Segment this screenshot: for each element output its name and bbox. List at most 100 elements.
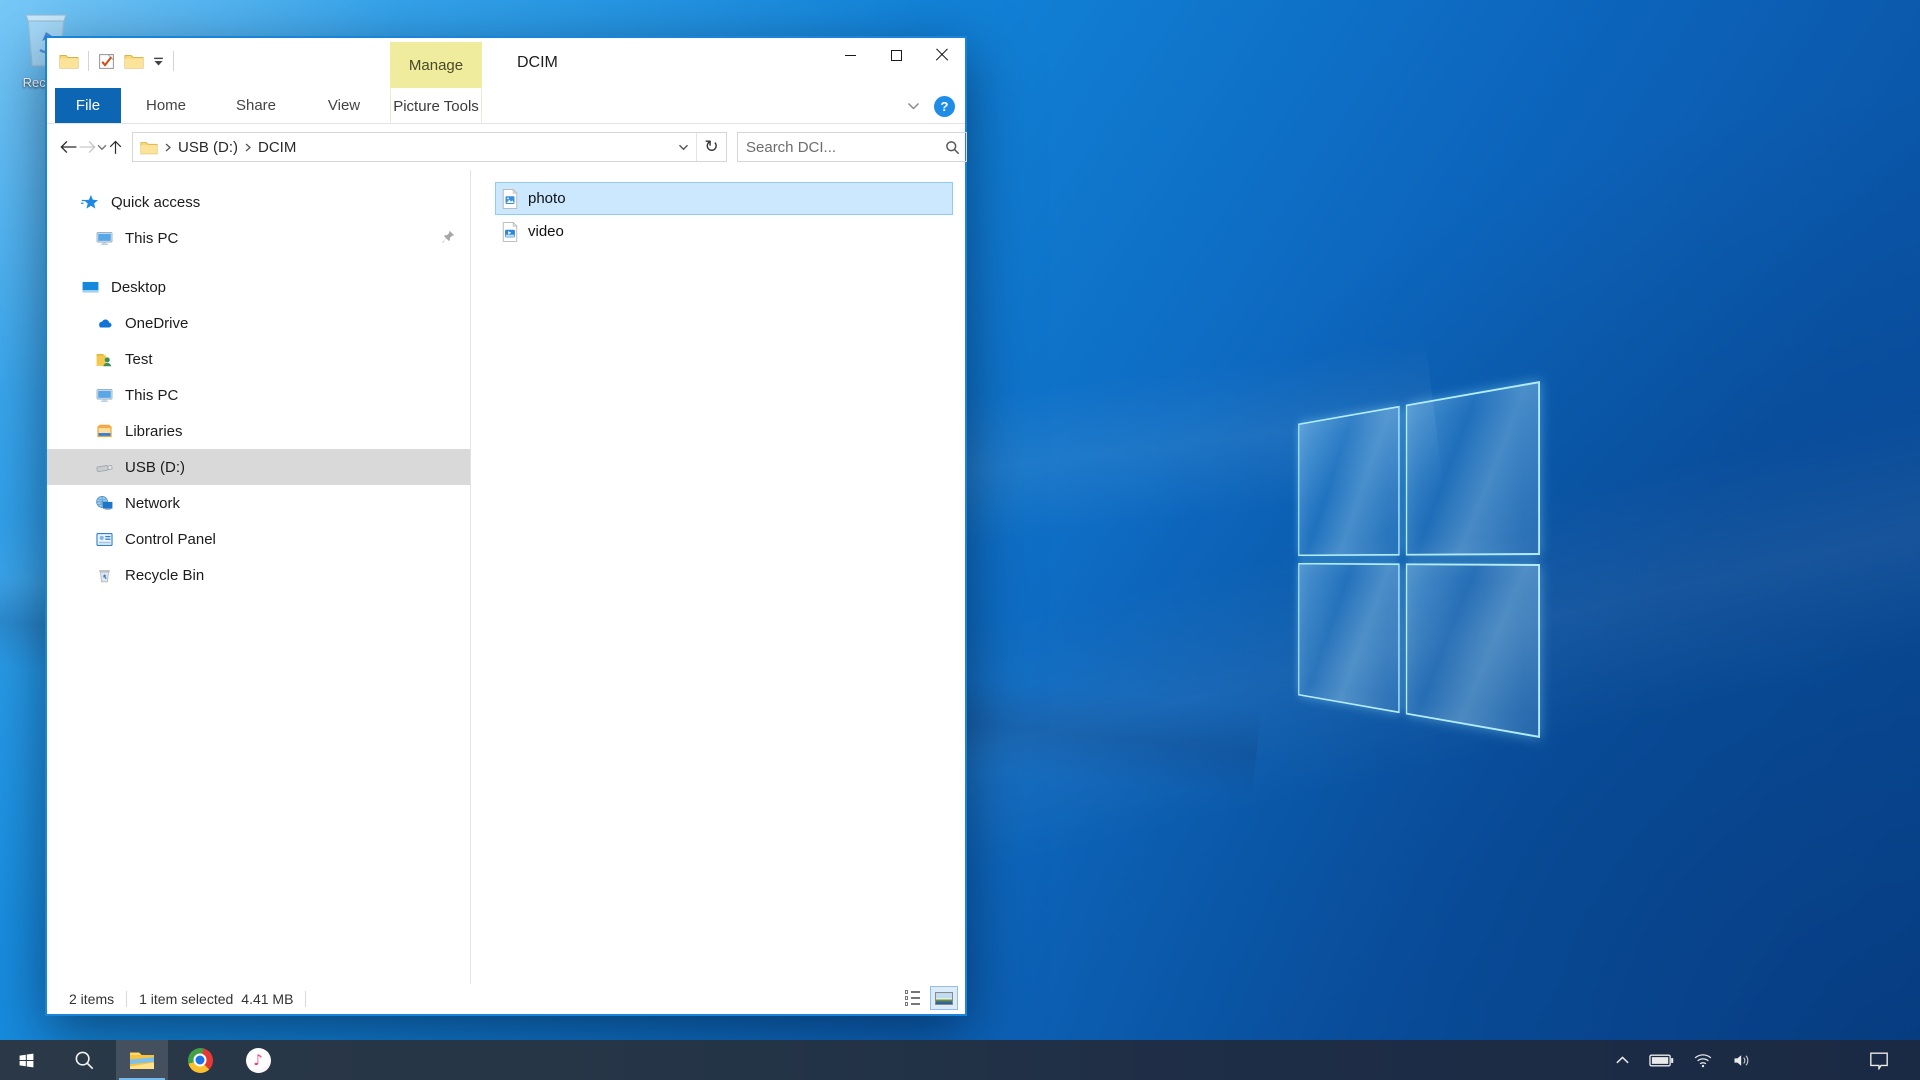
windows-logo-pane xyxy=(1298,406,1399,556)
recent-locations-button[interactable] xyxy=(97,132,107,162)
address-bar[interactable]: USB (D:) DCIM ↻ xyxy=(132,132,727,162)
usb-drive-icon xyxy=(95,458,114,477)
sidebar-item-libraries[interactable]: Libraries xyxy=(47,413,470,449)
user-folder-icon xyxy=(95,350,114,369)
new-folder-icon[interactable] xyxy=(124,53,144,69)
search-box[interactable] xyxy=(737,132,967,162)
desktop-icon xyxy=(81,278,100,297)
expand-ribbon-chevron-icon[interactable] xyxy=(907,102,920,110)
this-pc-icon xyxy=(95,229,114,248)
tab-share[interactable]: Share xyxy=(211,88,301,123)
search-icon[interactable] xyxy=(945,140,960,155)
image-file-icon xyxy=(500,187,520,211)
explorer-window-icon xyxy=(59,53,79,69)
windows-logo-wallpaper xyxy=(1298,381,1540,738)
sidebar-item-control-panel[interactable]: Control Panel xyxy=(47,521,470,557)
sidebar-item-onedrive[interactable]: OneDrive xyxy=(47,305,470,341)
sidebar-item-label: OneDrive xyxy=(125,315,188,332)
status-selection-size: 4.41 MB xyxy=(241,991,293,1007)
properties-icon[interactable] xyxy=(98,53,115,70)
control-panel-icon xyxy=(95,530,114,549)
taskbar-chrome-button[interactable] xyxy=(174,1040,226,1080)
this-pc-icon xyxy=(95,386,114,405)
action-center-icon[interactable] xyxy=(1868,1050,1890,1070)
sidebar-item-this-pc[interactable]: This PC xyxy=(47,377,470,413)
status-bar: 2 items 1 item selected 4.41 MB xyxy=(47,984,965,1014)
forward-button[interactable] xyxy=(78,132,97,162)
ribbon-tab-row: File Home Share View Picture Tools ? xyxy=(47,88,965,124)
sidebar-item-desktop[interactable]: Desktop xyxy=(47,269,470,305)
help-button[interactable]: ? xyxy=(934,96,955,117)
network-icon xyxy=(95,494,114,513)
sidebar-item-usb-drive[interactable]: USB (D:) xyxy=(47,449,470,485)
chrome-icon xyxy=(188,1048,213,1073)
tab-view[interactable]: View xyxy=(301,88,387,123)
refresh-button[interactable]: ↻ xyxy=(696,133,726,161)
refresh-icon: ↻ xyxy=(704,137,718,157)
sidebar-item-recycle-bin[interactable]: Recycle Bin xyxy=(47,557,470,593)
sidebar-item-test[interactable]: Test xyxy=(47,341,470,377)
breadcrumb-drive[interactable]: USB (D:) xyxy=(178,139,238,156)
quick-access-star-icon xyxy=(81,193,100,212)
breadcrumb: USB (D:) DCIM xyxy=(140,139,670,156)
file-name: video xyxy=(528,223,564,240)
back-button[interactable] xyxy=(59,132,78,162)
breadcrumb-chevron-icon[interactable] xyxy=(162,143,174,152)
file-row-photo[interactable]: photo xyxy=(495,182,953,215)
system-tray xyxy=(1615,1040,1920,1080)
sidebar-item-quick-access[interactable]: Quick access xyxy=(47,184,470,220)
thumbnail-view-button[interactable] xyxy=(931,987,957,1009)
sidebar-item-label: Libraries xyxy=(125,423,183,440)
file-explorer-icon xyxy=(129,1049,155,1071)
file-list[interactable]: photo video xyxy=(471,170,965,984)
address-dropdown-button[interactable] xyxy=(670,133,696,161)
tab-home[interactable]: Home xyxy=(121,88,211,123)
tray-expand-chevron-icon[interactable] xyxy=(1615,1055,1630,1065)
close-button[interactable] xyxy=(919,38,965,72)
close-icon xyxy=(935,48,949,62)
minimize-button[interactable] xyxy=(827,38,873,72)
file-explorer-window: Manage DCIM File Home Share View Picture… xyxy=(45,36,967,1016)
status-separator xyxy=(305,991,306,1007)
taskbar: ♪ xyxy=(0,1040,1920,1080)
search-icon xyxy=(73,1049,95,1071)
status-item-count: 2 items xyxy=(69,991,114,1007)
chevron-down-icon xyxy=(97,144,107,151)
video-file-icon xyxy=(500,220,520,244)
taskbar-file-explorer-button[interactable] xyxy=(116,1040,168,1080)
sidebar-item-label: This PC xyxy=(125,230,178,247)
thumbnail-view-icon xyxy=(935,992,953,1005)
details-view-button[interactable] xyxy=(899,987,925,1009)
up-arrow-icon xyxy=(107,139,124,156)
sidebar-item-label: Recycle Bin xyxy=(125,567,204,584)
maximize-button[interactable] xyxy=(873,38,919,72)
file-row-video[interactable]: video xyxy=(495,215,953,248)
taskbar-itunes-button[interactable]: ♪ xyxy=(232,1040,284,1080)
battery-icon[interactable] xyxy=(1649,1054,1674,1067)
start-button[interactable] xyxy=(0,1040,52,1080)
contextual-tab-header[interactable]: Manage xyxy=(390,42,482,88)
caption-buttons xyxy=(827,38,965,72)
navigation-pane: Quick access This PC Desktop xyxy=(47,170,471,984)
tab-picture-tools[interactable]: Picture Tools xyxy=(390,88,482,124)
quick-access-toolbar xyxy=(59,48,174,74)
file-name: photo xyxy=(528,190,566,207)
chevron-down-icon xyxy=(678,144,689,151)
status-separator xyxy=(126,991,127,1007)
breadcrumb-folder[interactable]: DCIM xyxy=(258,139,296,156)
up-button[interactable] xyxy=(107,132,124,162)
wifi-icon[interactable] xyxy=(1693,1052,1713,1068)
tab-file[interactable]: File xyxy=(55,88,121,123)
sidebar-item-network[interactable]: Network xyxy=(47,485,470,521)
taskbar-app-icons: ♪ xyxy=(0,1040,284,1080)
breadcrumb-chevron-icon[interactable] xyxy=(242,143,254,152)
search-input[interactable] xyxy=(746,139,945,156)
volume-icon[interactable] xyxy=(1732,1052,1752,1069)
libraries-icon xyxy=(95,422,114,441)
taskbar-search-button[interactable] xyxy=(58,1040,110,1080)
window-content: Quick access This PC Desktop xyxy=(47,170,965,984)
recycle-bin-icon xyxy=(95,566,114,585)
customize-qat-dropdown-icon[interactable] xyxy=(153,57,164,66)
title-bar[interactable]: Manage DCIM xyxy=(47,38,965,88)
sidebar-item-this-pc-pinned[interactable]: This PC xyxy=(47,220,470,256)
